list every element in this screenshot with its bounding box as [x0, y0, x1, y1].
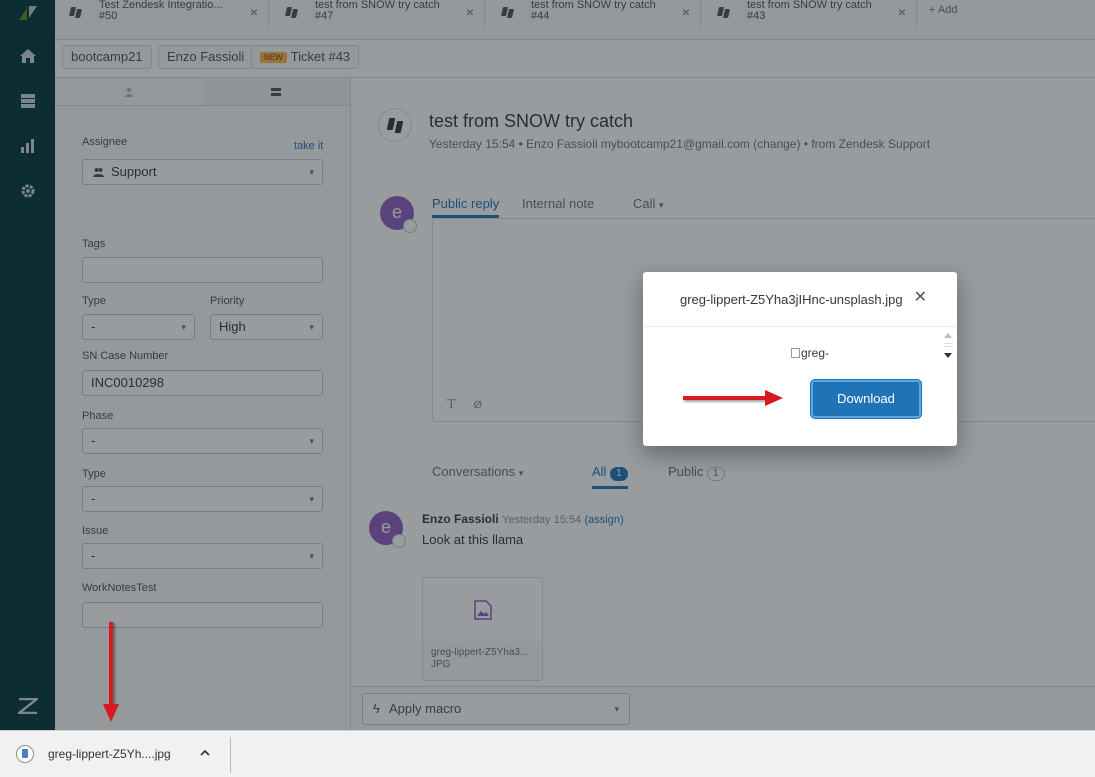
- scroll-up-icon[interactable]: [944, 333, 952, 338]
- annotation-arrow-right: [683, 396, 769, 400]
- scrollbar[interactable]: [943, 329, 954, 363]
- annotation-arrow-down: [109, 622, 113, 706]
- broken-image-icon: [791, 348, 800, 358]
- downloaded-file-name: greg-lippert-Z5Yh....jpg: [48, 747, 171, 761]
- browser-download-bar: greg-lippert-Z5Yh....jpg: [0, 730, 1095, 777]
- scroll-thumb: [944, 343, 953, 347]
- divider: [230, 737, 231, 773]
- modal-title: greg-lippert-Z5Yha3jIHnc-unsplash.jpg: [680, 291, 903, 307]
- broken-image-alt: greg-: [801, 346, 830, 360]
- chevron-up-icon[interactable]: [200, 745, 210, 759]
- broken-image: greg-: [791, 346, 829, 360]
- close-icon[interactable]: ✕: [914, 290, 927, 306]
- downloaded-file-item[interactable]: greg-lippert-Z5Yh....jpg: [16, 745, 171, 763]
- download-button[interactable]: Download: [811, 380, 921, 418]
- attachment-preview-modal: greg-lippert-Z5Yha3jIHnc-unsplash.jpg ✕ …: [643, 272, 957, 446]
- file-icon: [16, 745, 34, 763]
- annotation-arrowhead-right: [765, 390, 783, 406]
- annotation-arrowhead-down: [103, 704, 119, 722]
- scroll-down-icon[interactable]: [944, 353, 952, 358]
